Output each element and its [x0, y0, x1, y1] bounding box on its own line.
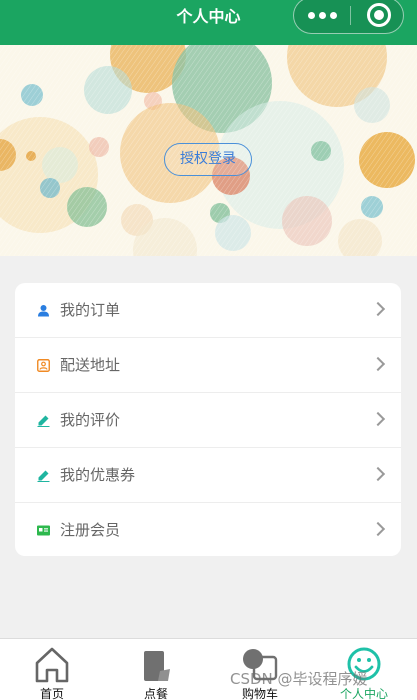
mini-program-capsule	[293, 0, 404, 34]
menu-item-label: 配送地址	[60, 356, 121, 374]
member-card-icon	[37, 525, 50, 536]
home-icon	[35, 647, 69, 683]
menu-item-delivery-address[interactable]: 配送地址	[15, 338, 401, 393]
tab-label: 点餐	[143, 687, 168, 700]
order-icon	[144, 651, 170, 681]
tab-order[interactable]: 点餐	[104, 639, 208, 700]
chevron-right-icon	[370, 411, 386, 427]
navigation-bar: 个人中心	[0, 0, 417, 45]
menu-item-my-coupons[interactable]: 我的优惠券	[15, 448, 401, 503]
chevron-right-icon	[370, 521, 386, 537]
profile-banner: 授权登录	[0, 45, 417, 256]
pencil-icon	[37, 415, 50, 427]
menu-item-register-member[interactable]: 注册会员	[15, 503, 401, 558]
authorize-login-button[interactable]: 授权登录	[164, 143, 252, 176]
tab-home[interactable]: 首页	[0, 639, 104, 700]
menu-item-label: 我的订单	[60, 301, 121, 319]
watermark: CSDN @毕设程序媛	[230, 670, 368, 688]
chevron-right-icon	[370, 356, 386, 372]
more-dots-icon[interactable]	[294, 0, 351, 33]
chevron-right-icon	[370, 301, 386, 317]
pencil-icon	[37, 470, 50, 482]
menu-card: 我的订单 配送地址 我的评价 我的优惠券 注册会员	[15, 283, 401, 556]
menu-item-label: 注册会员	[60, 521, 121, 539]
menu-item-my-orders[interactable]: 我的订单	[15, 283, 401, 338]
menu-item-label: 我的优惠券	[60, 466, 136, 484]
address-card-icon	[37, 359, 50, 372]
chevron-right-icon	[370, 466, 386, 482]
menu-item-label: 我的评价	[60, 411, 121, 429]
tab-label: 首页	[39, 687, 64, 700]
record-circle-icon[interactable]	[367, 3, 391, 27]
user-icon	[38, 305, 49, 317]
capsule-divider	[350, 6, 351, 25]
menu-item-my-reviews[interactable]: 我的评价	[15, 393, 401, 448]
